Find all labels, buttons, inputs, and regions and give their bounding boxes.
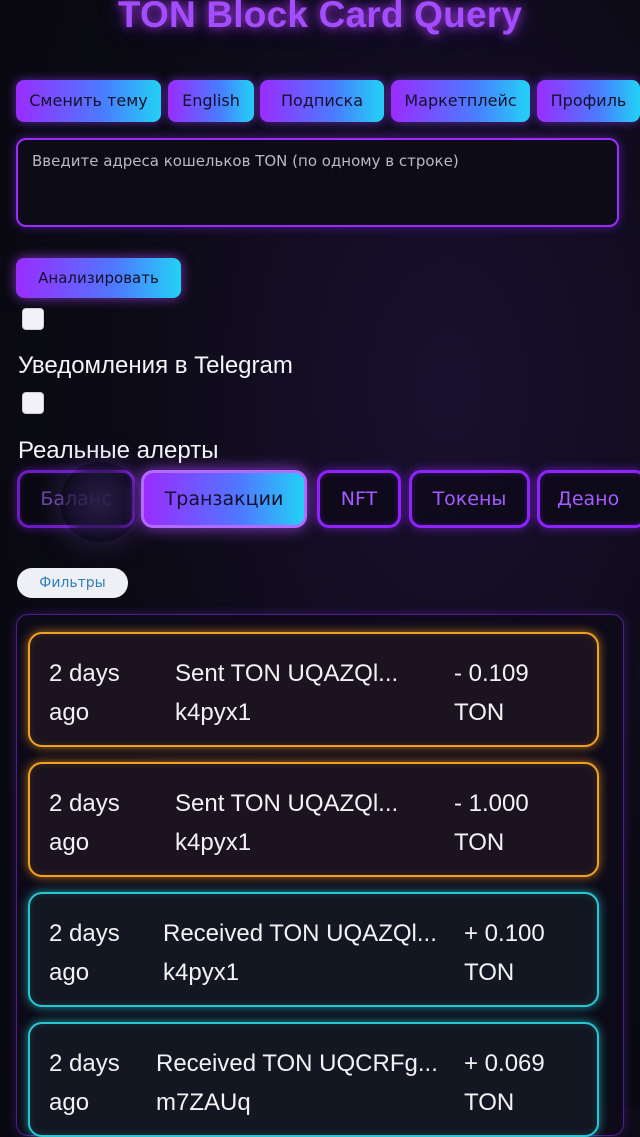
transaction-time: 2 days ago [49, 1044, 159, 1122]
transaction-description: Sent TON UQAZQl... k4pyx1 [175, 654, 398, 732]
transaction-amount-value: + 0.100 [464, 920, 545, 947]
transaction-amount-currency: TON [464, 959, 515, 986]
transaction-description: Sent TON UQAZQl... k4pyx1 [175, 784, 398, 862]
transaction-address-suffix: m7ZAUq [156, 1089, 251, 1116]
transaction-time: 2 days ago [49, 784, 159, 862]
transaction-card[interactable]: 2 days ago Received TON UQCRFg... m7ZAUq… [28, 1022, 599, 1137]
transaction-amount-currency: TON [454, 699, 505, 726]
transaction-card[interactable]: 2 days ago Sent TON UQAZQl... k4pyx1 - 1… [28, 762, 599, 877]
analyze-button[interactable]: Анализировать [16, 258, 181, 298]
transaction-amount: - 1.000 TON [454, 784, 529, 862]
transaction-time-line: ago [49, 829, 90, 856]
transaction-card[interactable]: 2 days ago Received TON UQAZQl... k4pyx1… [28, 892, 599, 1007]
transaction-time-line: 2 days [49, 660, 120, 687]
transaction-time: 2 days ago [49, 654, 159, 732]
tab-transactions[interactable]: Транзакции [141, 470, 307, 528]
tab-deanon[interactable]: Деано [537, 470, 640, 528]
filters-button[interactable]: Фильтры [17, 568, 128, 598]
marketplace-button[interactable]: Маркетплейс [391, 80, 530, 122]
telegram-notifications-label: Уведомления в Telegram [18, 352, 293, 379]
transaction-time-line: 2 days [49, 920, 120, 947]
transaction-description: Received TON UQCRFg... m7ZAUq [156, 1044, 438, 1122]
subscription-button[interactable]: Подписка [260, 80, 384, 122]
transaction-description-line: Received TON UQAZQl... [163, 920, 437, 947]
realtime-alerts-checkbox[interactable] [22, 392, 44, 414]
transaction-description-line: Received TON UQCRFg... [156, 1050, 438, 1077]
glow-orb-decoration [60, 462, 140, 542]
transaction-time: 2 days ago [49, 914, 159, 992]
transaction-card[interactable]: 2 days ago Sent TON UQAZQl... k4pyx1 - 0… [28, 632, 599, 747]
page-title: TON Block Card Query [117, 0, 523, 35]
transaction-amount-currency: TON [454, 829, 505, 856]
transaction-address-suffix: k4pyx1 [175, 699, 252, 726]
language-english-button[interactable]: English [168, 80, 254, 122]
transaction-description-line: Sent TON UQAZQl... [175, 660, 399, 687]
transaction-time-line: 2 days [49, 1050, 120, 1077]
transaction-amount: - 0.109 TON [454, 654, 529, 732]
transaction-address-suffix: k4pyx1 [175, 829, 252, 856]
top-nav: Сменить тему English Подписка Маркетплей… [16, 80, 640, 122]
transaction-amount-value: - 1.000 [454, 790, 529, 817]
telegram-notifications-checkbox[interactable] [22, 308, 44, 330]
transaction-time-line: ago [49, 959, 90, 986]
realtime-alerts-label: Реальные алерты [18, 437, 219, 464]
transaction-address-suffix: k4pyx1 [163, 959, 240, 986]
transaction-description: Received TON UQAZQl... k4pyx1 [163, 914, 437, 992]
wallet-addresses-input[interactable] [16, 138, 619, 227]
transaction-amount-value: - 0.109 [454, 660, 529, 687]
tab-tokens[interactable]: Токены [409, 470, 530, 528]
transaction-amount-currency: TON [464, 1089, 515, 1116]
transaction-time-line: 2 days [49, 790, 120, 817]
transaction-description-line: Sent TON UQAZQl... [175, 790, 399, 817]
transaction-time-line: ago [49, 1089, 90, 1116]
transaction-amount: + 0.069 TON [464, 1044, 545, 1122]
transaction-amount-value: + 0.069 [464, 1050, 545, 1077]
transaction-amount: + 0.100 TON [464, 914, 545, 992]
profile-button[interactable]: Профиль [537, 80, 640, 122]
change-theme-button[interactable]: Сменить тему [16, 80, 161, 122]
transaction-time-line: ago [49, 699, 90, 726]
tab-nft[interactable]: NFT [317, 470, 401, 528]
